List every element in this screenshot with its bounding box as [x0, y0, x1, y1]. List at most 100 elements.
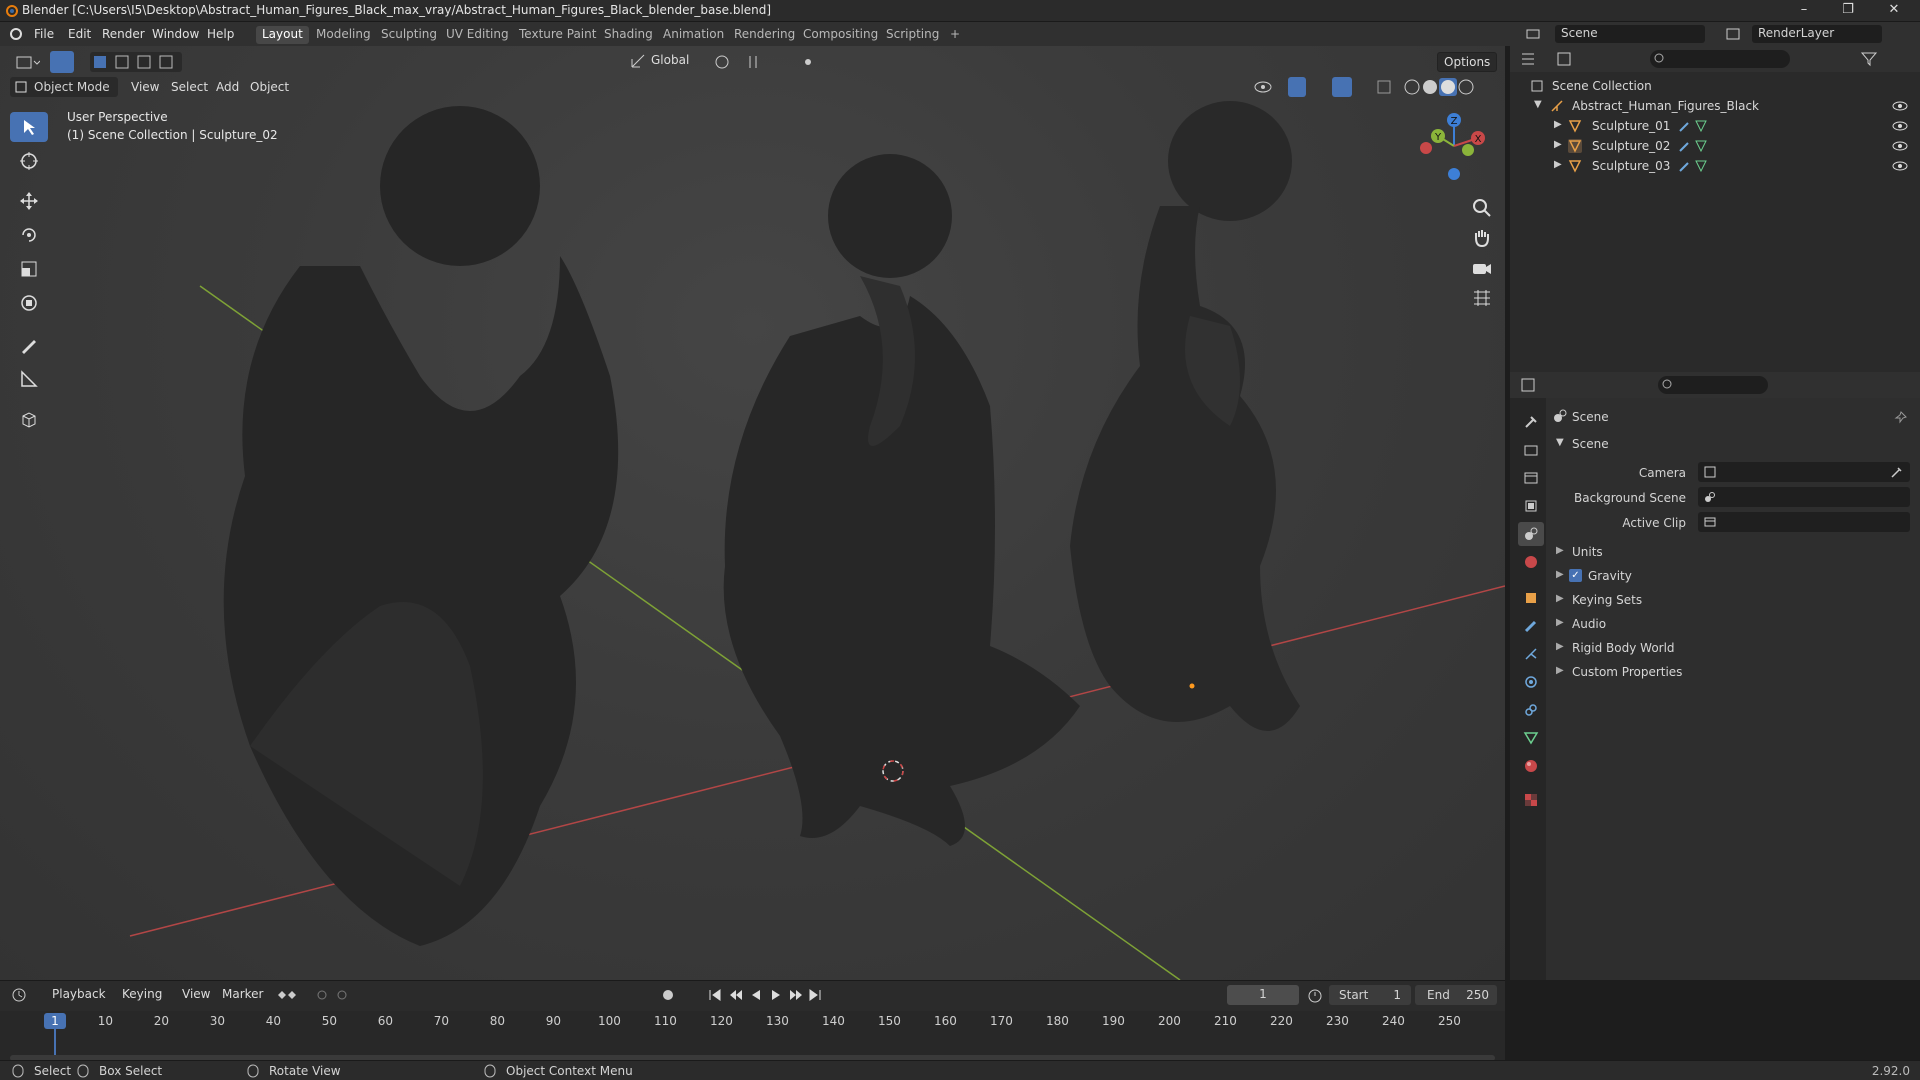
timeline-editor[interactable]: Playback Keying View Marker 1 Start 1 En… [0, 980, 1505, 1066]
menu-render[interactable]: Render [102, 27, 145, 41]
scene-panel-header[interactable]: ▼ Scene [1550, 434, 1920, 454]
background-scene-field[interactable] [1698, 487, 1910, 507]
menu-view[interactable]: View [131, 80, 159, 94]
rigid-body-world-panel-header[interactable]: ▶ Rigid Body World [1550, 638, 1920, 658]
select-tool-toggle[interactable] [50, 51, 74, 73]
texture-tab-icon[interactable] [1518, 788, 1544, 812]
outliner-row-sculpture-02[interactable]: ▶ Sculpture_02 [1510, 136, 1920, 156]
collapse-arrow-icon[interactable]: ▶ [1556, 593, 1564, 604]
tab-compositing[interactable]: Compositing [797, 26, 884, 44]
playback-controls[interactable] [706, 986, 826, 1004]
collapse-arrow-icon[interactable]: ▶ [1556, 617, 1564, 628]
tab-layout[interactable]: Layout [256, 26, 309, 44]
menu-window[interactable]: Window [152, 27, 199, 41]
timeline-ruler[interactable]: 1 10 20 30 40 50 60 70 80 90 100 110 120 130 140 150 160… [0, 1011, 1505, 1061]
expand-arrow-icon[interactable]: ▼ [1534, 99, 1542, 110]
3d-viewport[interactable]: Global Options Object Mode View Select A… [0, 46, 1505, 980]
stopwatch-icon[interactable] [1307, 987, 1323, 1003]
expand-arrow-icon[interactable]: ▶ [1554, 119, 1562, 130]
mode-selector[interactable]: Object Mode [10, 77, 118, 97]
menu-edit[interactable]: Edit [68, 27, 91, 41]
marker-menu[interactable]: Marker [216, 985, 269, 1005]
end-frame-field[interactable]: End 250 [1415, 985, 1497, 1005]
collapse-arrow-icon[interactable]: ▶ [1556, 641, 1564, 652]
view-layer-tab-icon[interactable] [1518, 494, 1544, 518]
move-tool[interactable] [10, 186, 48, 216]
properties-editor-icon[interactable] [1520, 377, 1546, 393]
pivot-snap-proportional-icons[interactable] [712, 53, 822, 71]
filter-icon[interactable] [1860, 51, 1880, 67]
select-mode-buttons[interactable] [90, 52, 182, 72]
pan-hand-icon[interactable] [1470, 226, 1494, 250]
measure-tool[interactable] [10, 364, 48, 394]
custom-properties-panel-header[interactable]: ▶ Custom Properties [1550, 662, 1920, 682]
timeline-editor-icon[interactable] [10, 986, 40, 1004]
cursor-tool[interactable] [10, 146, 48, 176]
gizmo-toggle-icon[interactable] [1288, 77, 1306, 97]
keying-menu[interactable]: Keying [116, 985, 168, 1005]
collapse-arrow-icon[interactable]: ▶ [1556, 569, 1564, 580]
modifier-tab-icon[interactable] [1518, 614, 1544, 638]
outliner-editor-icon[interactable] [1520, 51, 1546, 67]
physics-tab-icon[interactable] [1518, 670, 1544, 694]
navigation-gizmo[interactable]: Z Y X [1410, 108, 1500, 188]
scene-tab-icon[interactable] [1518, 522, 1544, 546]
tab-animation[interactable]: Animation [657, 26, 730, 44]
tab-shading[interactable]: Shading [598, 26, 659, 44]
material-tab-icon[interactable] [1518, 754, 1544, 778]
current-frame-field[interactable]: 1 [1227, 985, 1299, 1005]
expand-arrow-icon[interactable]: ▶ [1554, 139, 1562, 150]
eye-icon[interactable] [1892, 120, 1908, 132]
transform-orientation-dropdown[interactable]: Global [651, 53, 689, 67]
add-workspace-button[interactable]: + [944, 26, 966, 44]
menu-add[interactable]: Add [216, 80, 239, 94]
options-dropdown[interactable]: Options [1437, 52, 1498, 72]
ortho-grid-icon[interactable] [1470, 286, 1494, 310]
scale-tool[interactable] [10, 254, 48, 284]
annotate-tool[interactable] [10, 330, 48, 360]
minimize-button[interactable]: – [1784, 2, 1824, 17]
editor-type-icon[interactable] [14, 54, 41, 72]
renderlayer-selector[interactable]: RenderLayer [1752, 25, 1882, 43]
camera-view-icon[interactable] [1470, 256, 1494, 280]
display-mode-icon[interactable] [1556, 51, 1582, 67]
record-icon[interactable] [660, 987, 684, 1003]
menu-help[interactable]: Help [207, 27, 234, 41]
menu-file[interactable]: File [34, 27, 54, 41]
keying-sets-panel-header[interactable]: ▶ Keying Sets [1550, 590, 1920, 610]
rotate-tool[interactable] [10, 220, 48, 250]
playback-menu[interactable]: Playback [46, 985, 112, 1005]
zoom-icon[interactable] [1470, 196, 1494, 220]
outliner-row-scene-collection[interactable]: Scene Collection [1510, 76, 1920, 96]
tab-uv-editing[interactable]: UV Editing [440, 26, 515, 44]
select-box-tool[interactable] [10, 112, 48, 142]
outliner-row-sculpture-03[interactable]: ▶ Sculpture_03 [1510, 156, 1920, 176]
constraints-tab-icon[interactable] [1518, 698, 1544, 722]
menu-select[interactable]: Select [171, 80, 208, 94]
eye-icon[interactable] [1892, 140, 1908, 152]
units-panel-header[interactable]: ▶ Units [1550, 542, 1920, 562]
audio-panel-header[interactable]: ▶ Audio [1550, 614, 1920, 634]
gravity-panel-header[interactable]: ▶ ✓ Gravity [1550, 566, 1920, 586]
outliner-row-sculpture-01[interactable]: ▶ Sculpture_01 [1510, 116, 1920, 136]
maximize-button[interactable]: ❐ [1828, 2, 1868, 17]
data-tab-icon[interactable] [1518, 726, 1544, 750]
menu-object[interactable]: Object [250, 80, 289, 94]
gravity-checkbox[interactable]: ✓ [1569, 569, 1582, 582]
active-clip-field[interactable] [1698, 512, 1910, 532]
tab-modeling[interactable]: Modeling [310, 26, 377, 44]
close-button[interactable]: ✕ [1874, 2, 1914, 17]
eye-icon[interactable] [1892, 160, 1908, 172]
particles-tab-icon[interactable] [1518, 642, 1544, 666]
collapse-arrow-icon[interactable]: ▶ [1556, 545, 1564, 556]
camera-field[interactable] [1698, 462, 1910, 482]
object-tab-icon[interactable] [1518, 586, 1544, 610]
world-tab-icon[interactable] [1518, 550, 1544, 574]
start-frame-field[interactable]: Start 1 [1329, 985, 1411, 1005]
properties-search-input[interactable] [1658, 376, 1768, 394]
expand-arrow-icon[interactable]: ▶ [1554, 159, 1562, 170]
tool-tab-icon[interactable] [1518, 410, 1544, 434]
eye-icon[interactable] [1892, 100, 1908, 112]
output-tab-icon[interactable] [1518, 466, 1544, 490]
keyframe-icons[interactable] [272, 987, 352, 1003]
